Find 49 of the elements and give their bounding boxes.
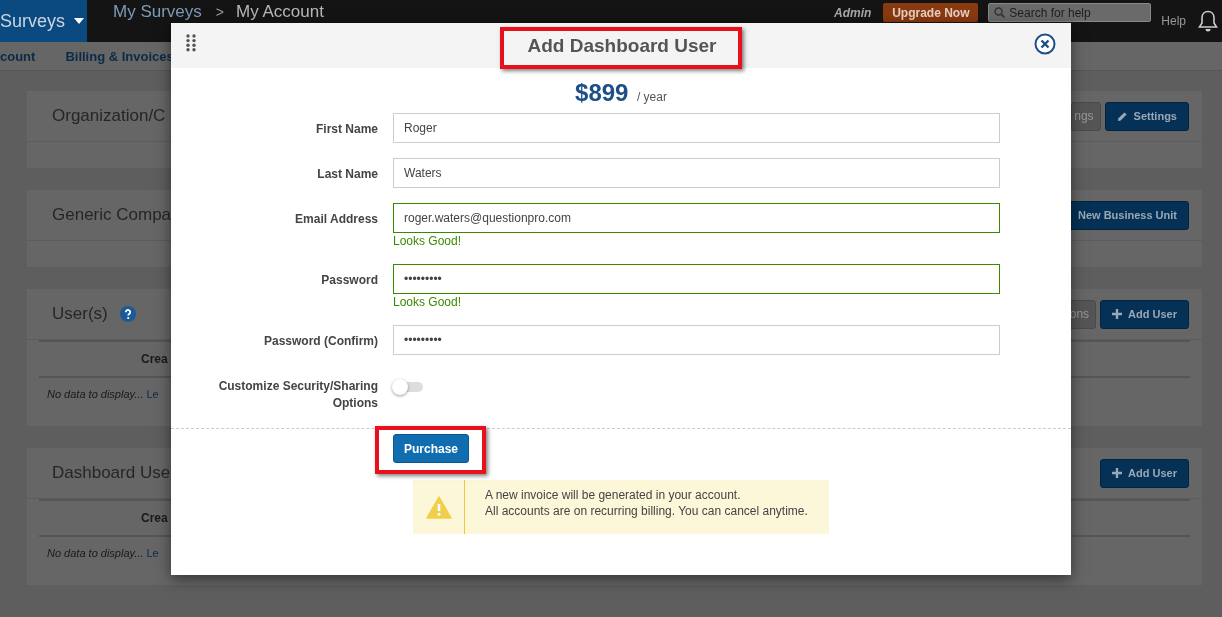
warning-icon xyxy=(425,495,452,519)
breadcrumb-current: My Account xyxy=(236,2,324,21)
empty-table-message: No data to display... xyxy=(47,547,144,559)
close-icon[interactable] xyxy=(1034,33,1056,55)
section-title: User(s) xyxy=(52,304,108,324)
search-field[interactable]: Search for help xyxy=(988,3,1152,22)
plus-icon xyxy=(1112,309,1123,319)
field-label: Password (Confirm) xyxy=(263,333,378,350)
price-period: / year xyxy=(636,90,667,104)
notice-text: A new invoice will be generated in your account. xyxy=(485,488,742,502)
column-header: Crea xyxy=(141,511,168,525)
breadcrumb-link[interactable]: My Surveys xyxy=(113,2,202,21)
input-field[interactable]: roger.waters@questionpro.com xyxy=(393,203,1000,233)
column-header: Crea xyxy=(141,352,168,366)
field-label: Last Name xyxy=(316,166,378,183)
bell-icon[interactable] xyxy=(1198,10,1218,32)
action-button[interactable]: Add User xyxy=(1100,299,1189,329)
input-field[interactable]: ••••••••• xyxy=(393,325,1000,355)
breadcrumb-separator: > xyxy=(215,4,224,20)
section-title: Organization/C xyxy=(52,106,166,126)
input-field[interactable]: ••••••••• xyxy=(393,264,1000,294)
product-menu-button[interactable]: Surveys xyxy=(0,0,87,42)
field-label: First Name xyxy=(314,121,378,138)
upgrade-button[interactable]: Upgrade Now xyxy=(883,3,979,22)
field-label: Password xyxy=(320,272,378,289)
input-field[interactable]: Roger xyxy=(393,113,1000,143)
input-field[interactable]: Waters xyxy=(393,158,1000,188)
user-role-label: Admin xyxy=(833,6,872,20)
field-label: Customize Security/Sharing Options xyxy=(217,378,378,412)
dialog-title: Add Dashboard User xyxy=(527,34,717,56)
action-button[interactable]: Settings xyxy=(1104,101,1189,131)
section-title: Generic Compa xyxy=(52,205,172,225)
validation-message: Looks Good! xyxy=(393,295,463,310)
drag-handle-icon[interactable] xyxy=(186,34,196,52)
help-icon[interactable] xyxy=(119,306,136,322)
purchase-button[interactable]: Purchase xyxy=(393,434,470,463)
price-amount: $899 xyxy=(575,79,629,106)
action-button[interactable]: Add User xyxy=(1100,458,1189,488)
validation-message: Looks Good! xyxy=(393,234,463,249)
pencil-icon xyxy=(1116,110,1128,122)
notice-text: All accounts are on recurring billing. You can cancel anytime. xyxy=(485,504,808,518)
help-link[interactable]: Help xyxy=(1161,14,1186,28)
toggle-switch[interactable] xyxy=(393,382,423,392)
search-icon xyxy=(994,7,1006,18)
section-title: Dashboard Use xyxy=(52,463,171,483)
plus-icon xyxy=(1112,468,1123,478)
field-label: Email Address xyxy=(294,211,378,228)
empty-table-message: No data to display... xyxy=(47,388,144,400)
caret-icon xyxy=(74,18,85,24)
